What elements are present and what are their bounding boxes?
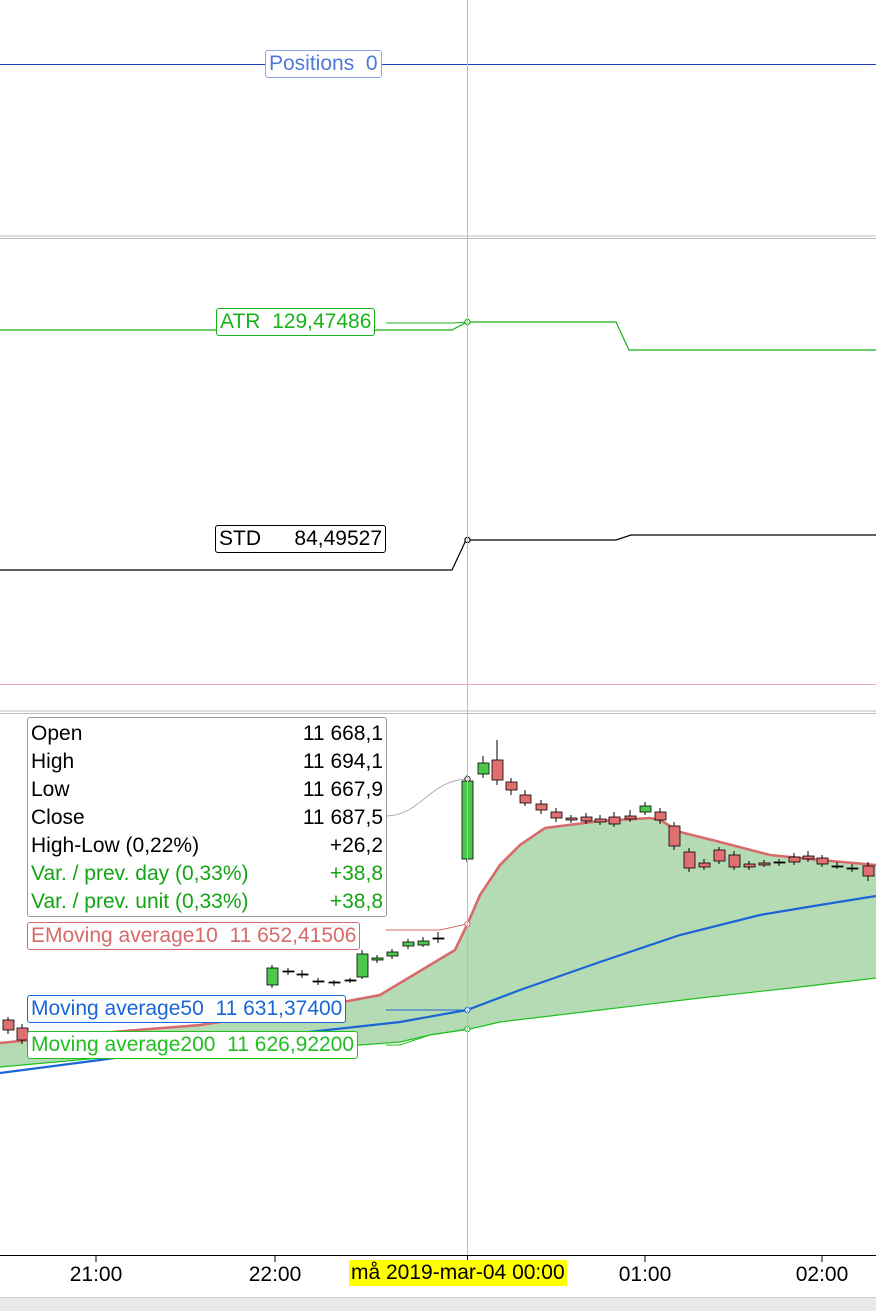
ohlc-row-value: +38,8 [329, 862, 383, 885]
atr-label-text: ATR [220, 310, 261, 333]
ohlc-row-label: High [31, 750, 75, 773]
candle-body [432, 937, 445, 940]
time-tick-label: 22:00 [249, 1263, 302, 1286]
ohlc-row: Low 11 667,9 [31, 776, 383, 804]
ohlc-row: High-Low (0,22%) +26,2 [31, 832, 383, 860]
ohlc-row: Close 11 687,5 [31, 804, 383, 832]
ema10-label: EMoving average10 11 652,41506 [27, 922, 361, 950]
horizontal-scrollbar[interactable] [0, 1297, 876, 1311]
candle-body [758, 862, 771, 866]
ma200-value: 11 626,92200 [227, 1033, 355, 1056]
atr-line [0, 321, 876, 351]
std-value: 84,49527 [294, 527, 382, 550]
candle-body [862, 865, 875, 877]
ohlc-row-label: Open [31, 722, 83, 745]
candle-body [831, 865, 844, 868]
candle-body [668, 825, 681, 847]
ma50-value: 11 631,37400 [215, 997, 343, 1020]
candle-body [743, 863, 756, 868]
ohlc-row: Var. / prev. day (0,33%) +38,8 [31, 860, 383, 888]
ohlc-row-label: Var. / prev. day (0,33%) [31, 862, 249, 885]
candle-body [550, 811, 563, 819]
atr-connector [386, 321, 468, 324]
candle-body [519, 794, 532, 804]
candle-body [371, 957, 384, 961]
ohlc-row-label: Close [31, 806, 85, 829]
candle-body [402, 941, 415, 947]
candle-body [417, 940, 430, 946]
std-line [0, 534, 876, 571]
candle-body [788, 856, 801, 863]
ohlc-row: Var. / prev. unit (0,33%) +38,8 [31, 888, 383, 916]
positions-label-text: Positions [269, 52, 355, 75]
time-tick-label: 01:00 [619, 1263, 672, 1286]
candle-body [312, 980, 325, 983]
candle-body [713, 849, 726, 862]
candle-body [2, 1019, 15, 1031]
candle-body [491, 759, 504, 781]
candle-body [535, 803, 548, 811]
candle-body [802, 855, 815, 860]
ohlc-row-value: +26,2 [329, 834, 383, 857]
ohlc-info-box: Open 11 668,1 High 11 694,1 Low 11 667,9 Close… [27, 717, 387, 917]
ohlc-row: High 11 694,1 [31, 748, 383, 776]
candle-body [344, 979, 357, 982]
crosshair-date-label: må 2019-mar-04 00:00 [349, 1260, 567, 1286]
ma200-label-text: Moving average200 [31, 1033, 216, 1056]
candle-body [580, 816, 593, 822]
candle-body [639, 805, 652, 813]
candle-body [565, 817, 578, 821]
candle-body [654, 811, 667, 821]
time-tick-label: 02:00 [796, 1263, 849, 1286]
candle-body [698, 862, 711, 868]
std-label-text: STD [219, 527, 261, 550]
candle-body [728, 854, 741, 868]
chart-canvas[interactable]: 21:00 22:00 01:00 02:00 [0, 0, 876, 1310]
ohlc-row-label: Var. / prev. unit (0,33%) [31, 890, 249, 913]
ohlc-row-value: 11 667,9 [302, 778, 383, 801]
ma50-label: Moving average50 11 631,37400 [27, 995, 347, 1023]
candle-body [328, 981, 341, 984]
ma200-label: Moving average200 11 626,92200 [27, 1031, 359, 1059]
candle-body [594, 818, 607, 823]
ohlc-row-value: 11 687,5 [302, 806, 383, 829]
candle-body [477, 762, 490, 775]
candle-body [296, 973, 309, 976]
ohlc-row-value: 11 694,1 [302, 750, 383, 773]
ema10-label-text: EMoving average10 [31, 924, 218, 947]
ohlc-row-value: 11 668,1 [302, 722, 383, 745]
candle-body [505, 781, 518, 791]
ohlc-row-value: +38,8 [329, 890, 383, 913]
positions-value: 0 [365, 52, 378, 75]
candle-body [816, 857, 829, 865]
ohlc-row-label: Low [31, 778, 70, 801]
candle-body [773, 861, 786, 864]
ema10-connector [386, 923, 468, 931]
candle-body [846, 867, 859, 870]
atr-label: ATR 129,47486 [216, 308, 376, 336]
ohlc-row: Open 11 668,1 [31, 720, 383, 748]
ohlc-row-label: High-Low (0,22%) [31, 834, 200, 857]
candle-body [356, 953, 369, 978]
candle-body [608, 816, 621, 825]
ma50-label-text: Moving average50 [31, 997, 204, 1020]
atr-value: 129,47486 [272, 310, 372, 333]
trading-chart-window: 21:00 22:00 01:00 02:00 Positions 0 ATR 129… [0, 0, 876, 1311]
std-label: STD 84,49527 [215, 525, 386, 553]
candle-body [282, 970, 295, 973]
close-connector [385, 778, 468, 817]
candle-body [683, 851, 696, 869]
positions-label: Positions 0 [265, 50, 382, 78]
candle-body [386, 951, 399, 957]
ema10-value: 11 652,41506 [229, 924, 357, 947]
candle-body [266, 967, 279, 986]
candle-body [624, 815, 637, 820]
time-tick-label: 21:00 [70, 1263, 123, 1286]
